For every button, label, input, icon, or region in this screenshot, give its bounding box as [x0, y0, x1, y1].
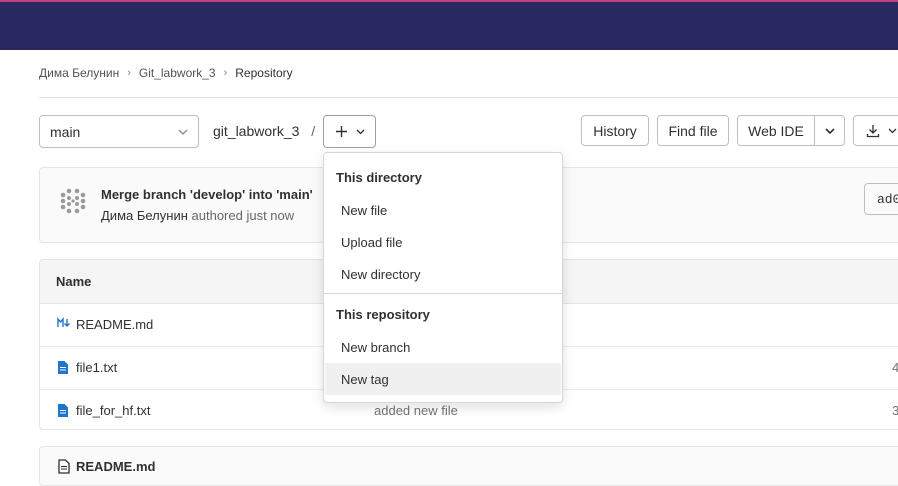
download-button[interactable]	[853, 115, 898, 146]
chevron-right-icon: ›	[223, 67, 228, 79]
chevron-down-icon	[888, 128, 897, 133]
menu-item-new-directory[interactable]: New directory	[325, 258, 561, 290]
file-updated: 3	[892, 403, 898, 418]
new-item-dropdown-menu: This directory New file Upload file New …	[323, 152, 563, 403]
branch-select[interactable]: main	[39, 115, 199, 148]
commit-meta: Дима Белунин authored just now	[101, 208, 294, 223]
dropdown-section-directory: This directory	[336, 170, 422, 185]
file-icon	[58, 361, 68, 374]
file-name[interactable]: README.md	[76, 317, 153, 332]
menu-item-new-tag[interactable]: New tag	[325, 363, 561, 395]
avatar[interactable]	[58, 186, 88, 216]
history-button[interactable]: History	[581, 115, 649, 146]
branch-select-value: main	[50, 123, 81, 140]
chevron-down-icon	[356, 129, 364, 134]
commit-sha: ad0	[877, 191, 898, 207]
readme-panel: README.md	[39, 446, 898, 486]
breadcrumb-user[interactable]: Дима Белунин	[39, 66, 119, 80]
file-icon	[58, 459, 70, 474]
add-dropdown-button[interactable]	[323, 115, 376, 148]
find-file-button[interactable]: Find file	[657, 115, 729, 146]
breadcrumb-current[interactable]: Repository	[235, 66, 292, 80]
divider	[39, 97, 898, 98]
download-icon	[866, 124, 880, 137]
history-label: History	[593, 122, 637, 139]
chevron-down-icon	[824, 127, 835, 134]
commit-time: authored just now	[191, 208, 295, 223]
commit-author[interactable]: Дима Белунин	[101, 208, 188, 223]
markdown-icon	[57, 317, 70, 327]
commit-sha-button[interactable]: ad0	[864, 183, 898, 215]
top-navbar	[0, 0, 898, 50]
menu-item-new-branch[interactable]: New branch	[325, 331, 561, 363]
chevron-down-icon	[178, 129, 188, 135]
menu-item-new-file[interactable]: New file	[325, 194, 561, 226]
breadcrumb: Дима Белунин › Git_labwork_3 › Repositor…	[39, 66, 293, 80]
repo-path-root[interactable]: git_labwork_3	[213, 123, 299, 139]
path-separator: /	[311, 123, 316, 139]
web-ide-label: Web IDE	[748, 122, 804, 139]
plus-icon	[335, 126, 347, 137]
chevron-right-icon: ›	[127, 67, 131, 79]
dropdown-divider	[324, 293, 562, 294]
web-ide-dropdown-button[interactable]	[814, 115, 845, 146]
file-name[interactable]: file_for_hf.txt	[76, 403, 150, 418]
repo-path: git_labwork_3 /	[213, 123, 315, 139]
file-icon	[58, 404, 68, 417]
file-commit-message[interactable]: added new file	[374, 403, 458, 418]
file-name[interactable]: file1.txt	[76, 360, 117, 375]
web-ide-button[interactable]: Web IDE	[737, 115, 815, 146]
column-name-header: Name	[56, 274, 92, 289]
readme-title[interactable]: README.md	[76, 459, 155, 474]
dropdown-section-repository: This repository	[336, 307, 430, 322]
find-file-label: Find file	[668, 122, 718, 139]
commit-title[interactable]: Merge branch 'develop' into 'main'	[101, 187, 313, 202]
breadcrumb-project[interactable]: Git_labwork_3	[139, 66, 216, 80]
menu-item-upload-file[interactable]: Upload file	[325, 226, 561, 258]
file-updated: 4	[892, 360, 898, 375]
